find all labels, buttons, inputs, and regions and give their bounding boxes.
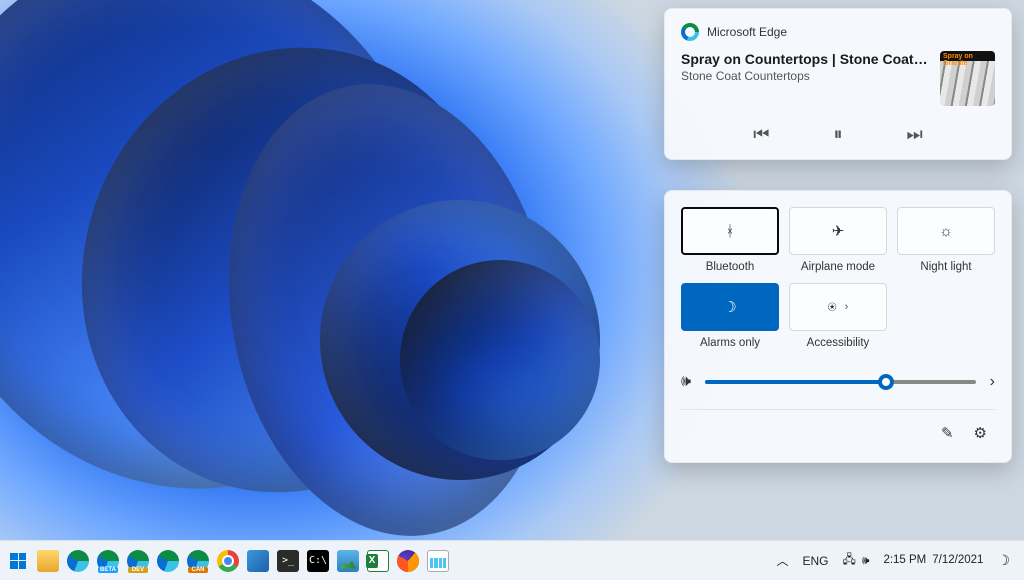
taskbar-taskmanager[interactable] (424, 547, 452, 575)
quick-settings-panel: ᚼ Bluetooth ✈ Airplane mode ☼ Night light ☽ Ala… (664, 190, 1012, 463)
qs-tile-bluetooth[interactable]: ᚼ (681, 207, 779, 255)
qs-tile-label: Airplane mode (789, 261, 887, 273)
taskbar-edge-canary[interactable] (184, 547, 212, 575)
tray-overflow-button[interactable]: ︿ (770, 548, 794, 573)
qs-tile-label: Alarms only (681, 337, 779, 349)
qs-tile-accessibility[interactable]: ⍟› (789, 283, 887, 331)
taskbar-edge-dev[interactable] (124, 547, 152, 575)
qs-tile-label: Accessibility (789, 337, 887, 349)
focus-assist-tray-icon[interactable]: ☽ (991, 548, 1016, 573)
taskbar-edge-2[interactable] (154, 547, 182, 575)
qs-tile-label: Night light (897, 261, 995, 273)
accessibility-icon: ⍟ (828, 299, 837, 316)
taskbar-terminal[interactable]: >_ (274, 547, 302, 575)
qs-tile-night-light[interactable]: ☼ (897, 207, 995, 255)
media-thumbnail: Spray on Granite (940, 51, 995, 106)
taskbar-cmd[interactable]: C:\ (304, 547, 332, 575)
bluetooth-icon: ᚼ (725, 223, 734, 240)
taskbar-photos[interactable] (334, 547, 362, 575)
airplane-icon: ✈ (832, 222, 845, 240)
brightness-icon: ☼ (939, 223, 953, 240)
qs-tile-alarms-only[interactable]: ☽ (681, 283, 779, 331)
moon-icon: ☽ (723, 298, 736, 316)
skip-next-icon: ⏭ (907, 124, 923, 144)
media-subtitle: Stone Coat Countertops (681, 69, 930, 83)
volume-expand-button[interactable]: › (990, 373, 995, 391)
media-control-card: Microsoft Edge Spray on Countertops | St… (664, 8, 1012, 160)
skip-previous-icon: ⏮ (753, 124, 769, 144)
media-source-app: Microsoft Edge (681, 23, 995, 41)
taskbar: >_C:\ ︿ ENG 🖧 🕪 2:15 PM 7/12/2021 ☽ (0, 540, 1024, 580)
taskbar-file-explorer[interactable] (34, 547, 62, 575)
taskbar-edge[interactable] (64, 547, 92, 575)
gear-icon: ⚙ (974, 425, 987, 442)
play-pause-button[interactable]: ⏸ (826, 120, 851, 149)
volume-slider[interactable] (705, 380, 976, 384)
speaker-icon[interactable]: 🕪 (681, 373, 691, 391)
media-app-name: Microsoft Edge (707, 25, 787, 39)
network-volume-tray[interactable]: 🖧 🕪 (836, 546, 875, 575)
date-text: 7/12/2021 (932, 554, 983, 567)
moon-icon: ☽ (997, 552, 1010, 569)
pencil-icon: ✎ (941, 425, 954, 442)
edge-icon (681, 23, 699, 41)
speaker-icon: 🕪 (862, 553, 870, 568)
next-track-button[interactable]: ⏭ (899, 120, 931, 149)
qs-tile-label: Bluetooth (681, 261, 779, 273)
taskbar-snipping[interactable] (244, 547, 272, 575)
previous-track-button[interactable]: ⏮ (745, 120, 777, 149)
chevron-right-icon: › (845, 301, 849, 313)
taskbar-start[interactable] (4, 547, 32, 575)
network-icon: 🖧 (842, 550, 855, 571)
qs-tile-airplane-mode[interactable]: ✈ (789, 207, 887, 255)
settings-button[interactable]: ⚙ (966, 420, 995, 446)
taskbar-firefox[interactable] (394, 547, 422, 575)
volume-row: 🕪 › (681, 373, 995, 391)
time-text: 2:15 PM (883, 554, 926, 567)
taskbar-chrome[interactable] (214, 547, 242, 575)
taskbar-excel[interactable] (364, 547, 392, 575)
language-indicator[interactable]: ENG (796, 550, 834, 572)
pause-icon: ⏸ (834, 124, 843, 144)
chevron-up-icon: ︿ (776, 552, 788, 569)
media-title: Spray on Countertops | Stone Coat E... (681, 51, 930, 67)
taskbar-edge-beta[interactable] (94, 547, 122, 575)
edit-quick-settings-button[interactable]: ✎ (933, 420, 962, 446)
clock[interactable]: 2:15 PM 7/12/2021 (877, 552, 989, 569)
